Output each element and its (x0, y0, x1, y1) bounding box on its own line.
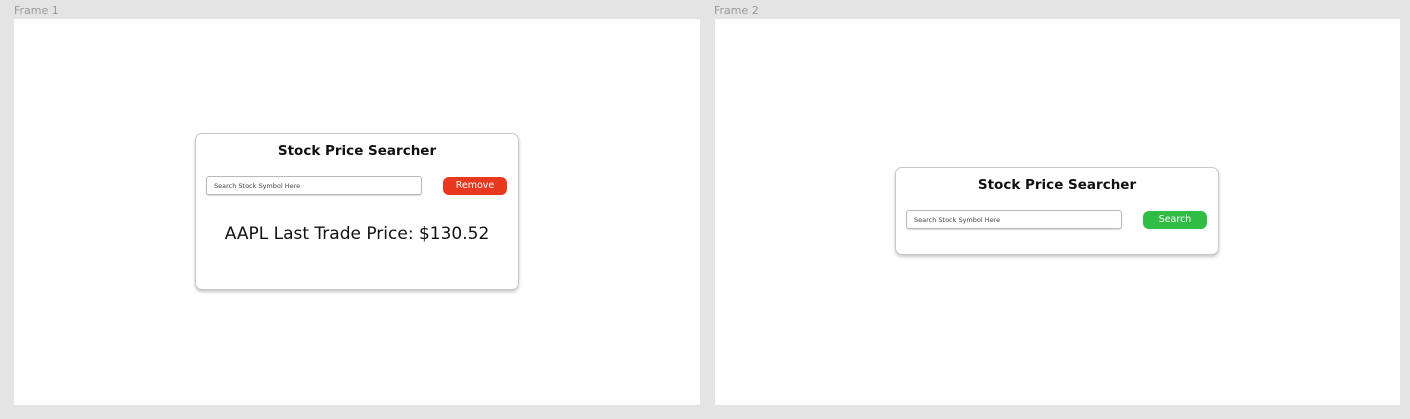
frame-2-label: Frame 2 (714, 4, 759, 17)
frame-1: Stock Price Searcher Remove AAPL Last Tr… (14, 19, 700, 405)
remove-button[interactable]: Remove (443, 177, 507, 195)
stock-search-card: Stock Price Searcher Remove AAPL Last Tr… (195, 133, 519, 290)
card-title: Stock Price Searcher (277, 143, 437, 159)
stock-search-card: Stock Price Searcher Search (895, 167, 1219, 255)
stock-symbol-search-input[interactable] (206, 176, 422, 195)
frame-1-label: Frame 1 (14, 4, 59, 17)
card-title: Stock Price Searcher (977, 177, 1137, 193)
search-button[interactable]: Search (1143, 211, 1207, 229)
stock-symbol-search-input[interactable] (906, 210, 1122, 229)
last-trade-price-text: AAPL Last Trade Price: $130.52 (224, 224, 490, 244)
frame-2: Stock Price Searcher Search (715, 19, 1400, 405)
